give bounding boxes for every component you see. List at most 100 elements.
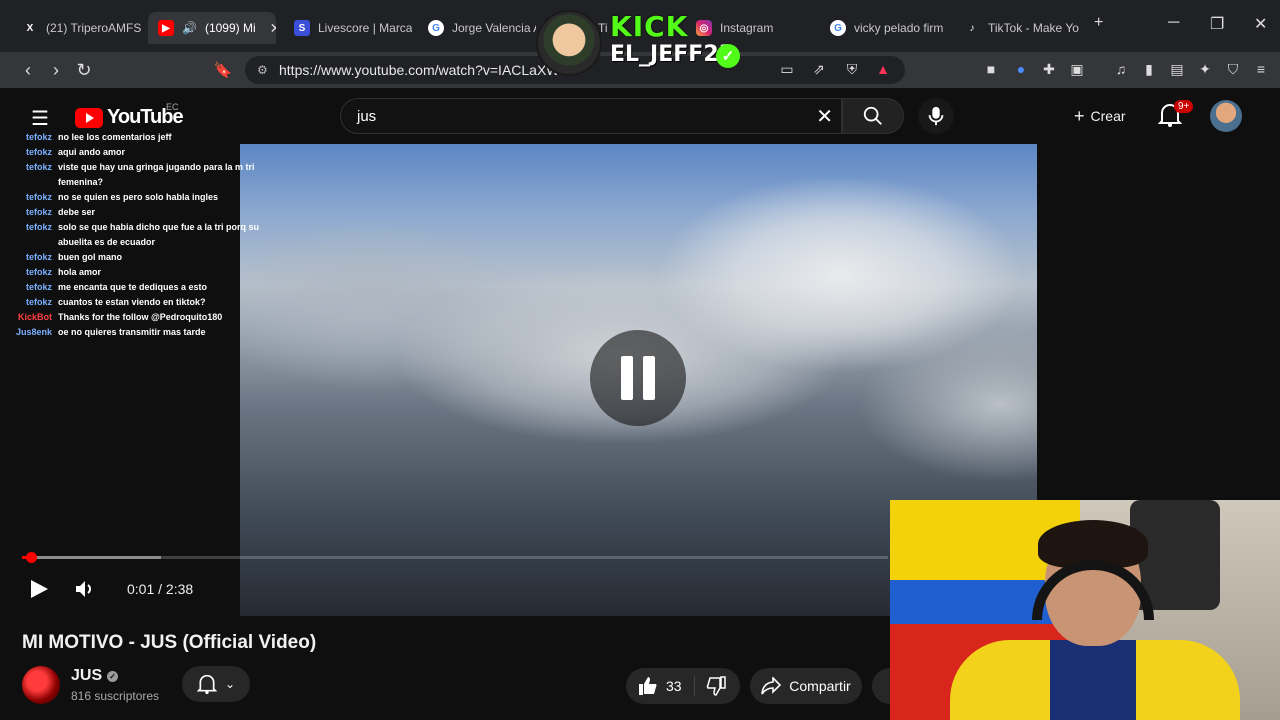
jersey-stripe [1050, 640, 1136, 720]
share-icon [761, 677, 782, 695]
like-count: 33 [666, 678, 682, 694]
chat-message: tefokz debe ser [10, 205, 270, 220]
new-tab-button[interactable]: + [1094, 14, 1103, 32]
search-button[interactable] [842, 98, 904, 134]
tab-youtube-active[interactable]: ▶ 🔊 (1099) Mi ✕ [148, 12, 276, 44]
menu-icon[interactable]: ≡ [1252, 60, 1270, 78]
google-icon: G [830, 20, 846, 36]
chat-username[interactable]: Jus8enk [10, 325, 52, 340]
volume-icon[interactable] [74, 578, 96, 600]
back-icon[interactable]: ‹ [16, 58, 40, 82]
url-text: https://www.youtube.com/watch?v=IACLaXWt [279, 62, 564, 78]
country-code: EC [166, 102, 179, 112]
chat-text: no lee los comentarios jeff [58, 132, 172, 142]
vpn-icon[interactable]: ⛉ [1224, 60, 1242, 78]
tab-label: (21) TriperoAMFS [46, 21, 142, 35]
extension-icon[interactable]: ■ [982, 60, 1000, 78]
chat-username[interactable]: tefokz [10, 265, 52, 280]
cast-icon[interactable]: ▭ [778, 60, 796, 78]
rewards-icon[interactable]: ▲ [874, 60, 892, 78]
share-page-icon[interactable]: ⇗ [810, 60, 828, 78]
verified-check-icon: ✓ [716, 44, 740, 68]
chat-message: tefokz buen gol mano [10, 250, 270, 265]
tab-label: (1099) Mi [204, 21, 256, 35]
chat-text: cuantos te estan viendo en tiktok? [58, 297, 206, 307]
youtube-icon: ▶ [158, 20, 174, 36]
profile-extension-icon[interactable]: ● [1012, 60, 1030, 78]
search-value: jus [357, 107, 377, 125]
music-icon[interactable]: ♫ [1112, 60, 1130, 78]
chat-message: Jus8enk oe no quieres transmitir mas tard… [10, 325, 270, 340]
kick-logo: KICK [610, 10, 689, 43]
livescore-icon: S [294, 20, 310, 36]
plus-icon: + [1074, 105, 1085, 126]
progress-scrubber[interactable] [26, 552, 37, 563]
share-button[interactable]: Compartir [750, 668, 862, 704]
notifications-badge: 9+ [1174, 100, 1194, 113]
share-label: Compartir [789, 678, 851, 694]
chat-username[interactable]: tefokz [10, 130, 52, 145]
channel-name: JUS [71, 667, 103, 684]
wallet-icon[interactable]: ▤ [1168, 60, 1186, 78]
chat-username[interactable]: KickBot [10, 310, 52, 325]
brave-shield-icon[interactable]: ⛨ [843, 60, 861, 78]
pause-icon [621, 356, 633, 400]
restore-icon[interactable]: ❐ [1210, 14, 1224, 34]
tab-livescore[interactable]: S Livescore | Marca [284, 12, 412, 44]
voice-search-button[interactable] [918, 98, 954, 134]
tab-label: vicky pelado firm [854, 21, 944, 35]
play-icon[interactable] [28, 578, 50, 600]
microphone-icon [928, 106, 944, 126]
chat-message: tefokz no lee los comentarios jeff [10, 130, 270, 145]
chat-username[interactable]: tefokz [10, 160, 52, 190]
search-input[interactable]: jus ✕ [340, 98, 842, 134]
chat-username[interactable]: tefokz [10, 280, 52, 295]
reload-icon[interactable]: ↻ [72, 58, 96, 82]
chat-username[interactable]: tefokz [10, 250, 52, 265]
pause-overlay-button[interactable] [590, 330, 686, 426]
puzzle-icon[interactable]: ✚ [1040, 60, 1058, 78]
minimize-icon[interactable]: ─ [1168, 14, 1179, 32]
chat-message: tefokz aqui ando amor [10, 145, 270, 160]
tab-label: Jorge Valencia Ar [452, 21, 536, 35]
create-button[interactable]: + Crear [1074, 102, 1126, 130]
chat-text: me encanta que te dediques a esto [58, 282, 208, 292]
chat-username[interactable]: tefokz [10, 220, 52, 250]
subscription-bell-button[interactable]: ⌄ [182, 666, 250, 702]
channel-avatar[interactable] [22, 666, 60, 704]
sidebar-icon[interactable]: ▮ [1140, 60, 1158, 78]
chat-username[interactable]: tefokz [10, 190, 52, 205]
pause-icon-bar [643, 356, 655, 400]
verified-icon: ✓ [107, 670, 119, 682]
tab-google-vicky[interactable]: G vicky pelado firm [820, 12, 950, 44]
channel-name-row[interactable]: JUS ✓ [71, 667, 119, 685]
chat-username[interactable]: tefokz [10, 295, 52, 310]
x-logo-icon: X [26, 22, 34, 34]
close-window-icon[interactable]: ✕ [1254, 14, 1267, 34]
hamburger-menu-icon[interactable]: ☰ [31, 106, 49, 131]
chat-username[interactable]: tefokz [10, 205, 52, 220]
leo-icon[interactable]: ✦ [1196, 60, 1214, 78]
screenshot-icon[interactable]: ▣ [1068, 60, 1086, 78]
tab-x[interactable]: X (21) TriperoAMFS [12, 12, 144, 44]
site-info-icon[interactable]: ⚙ [257, 63, 268, 77]
thumbs-down-icon[interactable] [706, 676, 726, 696]
tab-tiktok[interactable]: ♪ TikTok - Make Yo [954, 12, 1084, 44]
bookmark-icon[interactable]: 🔖 [211, 58, 235, 82]
account-avatar[interactable] [1210, 100, 1242, 132]
chevron-down-icon: ⌄ [224, 677, 236, 691]
chat-text: hola amor [58, 267, 102, 277]
chat-text: aqui ando amor [58, 147, 126, 157]
chat-text: Thanks for the follow @Pedroquito180 [58, 312, 223, 322]
chat-message: tefokz no se quien es pero solo habla ing… [10, 190, 270, 205]
forward-icon[interactable]: › [44, 58, 68, 82]
stream-chat-overlay: tefokz no lee los comentarios jeff tefokz a… [10, 130, 270, 340]
close-tab-icon[interactable]: ✕ [270, 20, 276, 37]
chat-message: tefokz viste que hay una gringa jugando p… [10, 160, 270, 190]
youtube-play-logo-icon [75, 107, 103, 128]
thumbs-up-icon [639, 677, 657, 695]
chat-text: no se quien es pero solo habla ingles [58, 192, 219, 202]
chat-username[interactable]: tefokz [10, 145, 52, 160]
clear-search-icon[interactable]: ✕ [816, 104, 833, 129]
tab-google-jorge[interactable]: G Jorge Valencia Ar [418, 12, 536, 44]
